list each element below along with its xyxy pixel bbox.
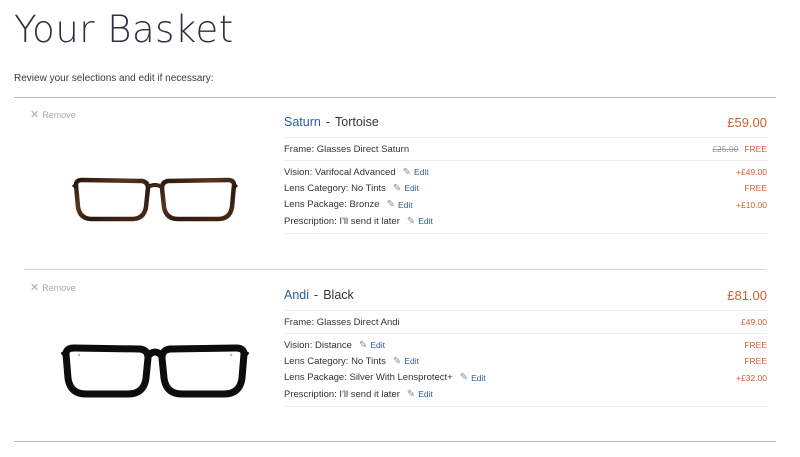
frame-price: FREE [744,144,767,154]
pencil-icon: ✎ [392,182,402,194]
close-icon: ✕ [30,281,40,294]
remove-button[interactable]: ✕ Remove [30,108,76,121]
item-title-row: Andi - Black £81.00 [284,280,767,311]
item-total-price: £59.00 [727,114,767,130]
edit-label: Edit [370,340,385,351]
edit-label: Edit [471,372,486,383]
option-label: Lens Package: Silver With Lensprotect+ [284,372,453,384]
edit-label: Edit [414,167,429,178]
option-price: FREE [744,340,767,351]
option-label: Prescription: I'll send it later [284,388,400,400]
edit-label: Edit [397,199,413,210]
title-separator: - [325,115,331,129]
edit-lens-package-link[interactable]: ✎ Edit [460,372,486,383]
divider-items [24,269,766,270]
title-separator: - [314,288,319,302]
edit-label: Edit [404,356,419,367]
frame-old-price: £25.00 [712,144,739,154]
pencil-icon: ✎ [406,215,416,227]
edit-prescription-link[interactable]: ✎ Edit [407,216,433,227]
option-row-vision: Vision: Varifocal Advanced ✎ Edit +£49.00 [284,164,767,180]
pencil-icon: ✎ [459,372,469,384]
option-price: FREE [744,183,767,194]
option-row-vision: Vision: Distance ✎ Edit FREE [284,337,767,353]
basket-item-saturn: ✕ Remove Saturn - Tortoise £59.00 Frame:… [0,107,800,277]
option-label: Prescription: I'll send it later [284,215,400,227]
pencil-icon: ✎ [358,339,368,351]
remove-label: Remove [42,283,76,293]
model-name-link[interactable]: Andi [284,288,309,302]
divider-bottom [14,441,776,442]
edit-lens-category-link[interactable]: ✎ Edit [393,356,419,367]
item-total-price: £81.00 [727,287,767,303]
option-price: +£32.00 [736,372,767,383]
option-row-prescription: Prescription: I'll send it later ✎ Edit [284,213,767,229]
glasses-image-andi [60,344,250,398]
divider-top [14,97,776,98]
item-details: Andi - Black £81.00 Frame: Glasses Direc… [284,280,767,408]
frame-row: Frame: Glasses Direct Andi £49.00 [284,311,767,334]
page-subtitle: Review your selections and edit if neces… [14,73,214,84]
option-price: FREE [744,356,767,367]
edit-lens-category-link[interactable]: ✎ Edit [393,183,419,194]
frame-row: Frame: Glasses Direct Saturn £25.00 FREE [284,138,767,161]
edit-vision-link[interactable]: ✎ Edit [359,340,385,351]
close-icon: ✕ [30,108,40,121]
pencil-icon: ✎ [386,199,395,211]
edit-label: Edit [418,216,433,227]
frame-price: £49.00 [741,317,767,327]
edit-label: Edit [404,183,419,194]
options-list: Vision: Varifocal Advanced ✎ Edit +£49.00… [284,161,767,235]
option-label: Lens Package: Bronze [284,199,380,211]
item-details: Saturn - Tortoise £59.00 Frame: Glasses … [284,107,767,235]
frame-colour: Tortoise [335,115,379,129]
option-row-lens-category: Lens Category: No Tints ✎ Edit FREE [284,353,767,369]
option-row-lens-category: Lens Category: No Tints ✎ Edit FREE [284,180,767,196]
pencil-icon: ✎ [406,388,416,400]
option-row-lens-package: Lens Package: Bronze ✎ Edit +£10.00 [284,197,767,213]
option-price: +£10.00 [736,199,767,210]
basket-item-andi: ✕ Remove Andi - Black £81.00 Frame: Glas… [0,280,800,450]
edit-vision-link[interactable]: ✎ Edit [403,167,429,178]
frame-label: Frame: Glasses Direct Andi [284,316,400,328]
options-list: Vision: Distance ✎ Edit FREE Lens Categor… [284,334,767,408]
remove-label: Remove [42,110,76,120]
option-label: Vision: Varifocal Advanced [284,166,396,178]
option-label: Lens Category: No Tints [284,355,386,367]
model-name-link[interactable]: Saturn [284,115,321,129]
pencil-icon: ✎ [392,355,402,367]
edit-label: Edit [418,389,433,400]
frame-label: Frame: Glasses Direct Saturn [284,143,410,155]
edit-prescription-link[interactable]: ✎ Edit [407,389,433,400]
pencil-icon: ✎ [402,166,411,178]
glasses-image-saturn [72,177,238,222]
option-label: Vision: Distance [284,339,352,351]
option-row-lens-package: Lens Package: Silver With Lensprotect+ ✎… [284,370,767,386]
remove-button[interactable]: ✕ Remove [30,281,76,294]
edit-lens-package-link[interactable]: ✎ Edit [387,199,413,210]
option-price: +£49.00 [736,167,767,178]
frame-colour: Black [323,288,354,302]
option-label: Lens Category: No Tints [284,182,386,194]
page-title: Your Basket [14,8,234,51]
item-title-row: Saturn - Tortoise £59.00 [284,107,767,138]
option-row-prescription: Prescription: I'll send it later ✎ Edit [284,386,767,402]
